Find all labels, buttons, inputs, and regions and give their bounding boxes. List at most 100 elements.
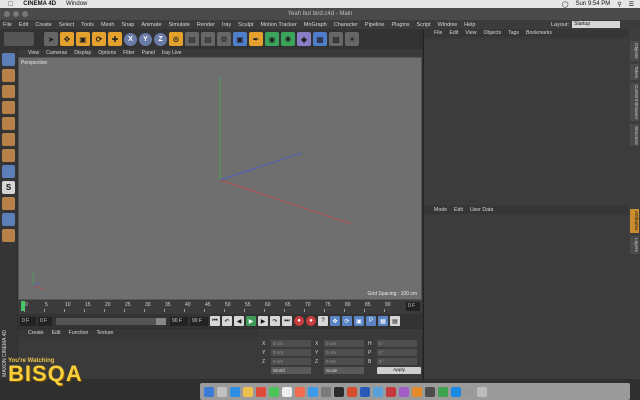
key-parameter-icon[interactable]: P [366, 316, 376, 326]
pen-spline-icon[interactable]: ✒ [249, 32, 263, 46]
play-icon[interactable]: ▶ [246, 316, 256, 326]
illustrator-icon[interactable] [386, 386, 396, 397]
min-frame-field[interactable]: 0 F [38, 316, 52, 326]
tab-structure[interactable]: Structure [630, 123, 639, 147]
spotify-icon[interactable] [438, 386, 448, 397]
rotation-p-field[interactable]: 0 ° [377, 349, 417, 356]
attribute-panel[interactable] [424, 215, 630, 379]
mail-icon[interactable] [451, 386, 461, 397]
timeline-ruler[interactable]: 0 5 10 15 20 25 30 35 40 45 50 55 60 65 70 75 80 85 90 0 F [18, 300, 422, 314]
undo-redo-button[interactable] [4, 32, 34, 46]
previous-frame-icon[interactable]: ◀ [234, 316, 244, 326]
position-y-field[interactable]: 0 cm [271, 349, 311, 356]
key-scale-icon[interactable]: ▣ [354, 316, 364, 326]
notes-icon[interactable] [243, 386, 253, 397]
menu-plugins[interactable]: Plugins [391, 22, 409, 28]
safari-icon[interactable] [230, 386, 240, 397]
timeline-playhead[interactable] [21, 301, 25, 311]
viewport-menu-display[interactable]: Display [74, 50, 91, 56]
calendar-icon[interactable] [256, 386, 266, 397]
texture-mode-icon[interactable] [2, 85, 15, 98]
render-picture-viewer-icon[interactable]: ▤ [201, 32, 215, 46]
close-window-button[interactable] [4, 11, 10, 17]
viewport-menu-filter[interactable]: Filter [123, 50, 135, 56]
size-mode-select[interactable]: Scale [324, 367, 364, 374]
deformer-icon[interactable]: ◆ [297, 32, 311, 46]
size-z-field[interactable]: 0 cm [324, 358, 364, 365]
menu-render[interactable]: Render [197, 22, 215, 28]
after-effects-icon[interactable] [399, 386, 409, 397]
subdivision-surface-icon[interactable]: ◉ [265, 32, 279, 46]
timeline-settings-icon[interactable]: ▤ [390, 316, 400, 326]
preview-icon[interactable] [373, 386, 383, 397]
system-preferences-icon[interactable] [321, 386, 331, 397]
minimize-window-button[interactable] [13, 11, 19, 17]
rotation-h-field[interactable]: 0 ° [377, 340, 417, 347]
menu-window[interactable]: Window [438, 22, 458, 28]
move-tool-icon[interactable]: ✥ [60, 32, 74, 46]
messages-icon[interactable] [269, 386, 279, 397]
render-view-icon[interactable]: ▤ [185, 32, 199, 46]
downloads-icon[interactable] [464, 386, 474, 397]
scale-tool-icon[interactable]: ▣ [76, 32, 90, 46]
menu-pipeline[interactable]: Pipeline [365, 22, 385, 28]
viewport-menu-cameras[interactable]: Cameras [46, 50, 67, 56]
coordinate-mode-select[interactable]: World [271, 367, 311, 374]
menu-motion-tracker[interactable]: Motion Tracker [260, 22, 296, 28]
go-to-start-icon[interactable]: ⏮ [210, 316, 220, 326]
make-editable-icon[interactable] [2, 53, 15, 66]
y-axis-lock-button[interactable]: Y [139, 32, 152, 46]
objects-menu-view[interactable]: View [465, 30, 476, 36]
position-z-field[interactable]: 0 cm [271, 358, 311, 365]
sculpt-mode-icon[interactable] [2, 197, 15, 210]
coordinate-system-icon[interactable]: ⊙ [169, 32, 183, 46]
polygons-mode-icon[interactable] [2, 149, 15, 162]
apply-button[interactable]: Apply [377, 367, 421, 374]
material-menu-create[interactable]: Create [28, 330, 44, 336]
key-position-icon[interactable]: ✥ [330, 316, 340, 326]
x-axis-lock-button[interactable]: X [124, 32, 137, 46]
live-selection-icon[interactable]: ➤ [44, 32, 58, 46]
recent-tools-icon[interactable]: ✚ [108, 32, 122, 46]
axis-mode-icon[interactable] [2, 165, 15, 178]
vlc-icon[interactable] [412, 386, 422, 397]
attributes-menu-edit[interactable]: Edit [454, 207, 463, 213]
workplane-mode-icon[interactable] [2, 101, 15, 114]
size-y-field[interactable]: 0 cm [324, 349, 364, 356]
key-rotation-icon[interactable]: ⟳ [342, 316, 352, 326]
menu-animate[interactable]: Animate [141, 22, 161, 28]
menu-list-icon[interactable]: ☰ [629, 1, 634, 8]
objects-menu-objects[interactable]: Objects [483, 30, 501, 36]
menu-mograph[interactable]: MoGraph [304, 22, 327, 28]
end-frame-field[interactable]: 90 F [170, 316, 188, 326]
mac-clock[interactable]: Sun 9:54 PM [576, 1, 611, 7]
photoshop-icon[interactable] [347, 386, 357, 397]
menu-edit[interactable]: Edit [19, 22, 28, 28]
search-icon[interactable]: ⚲ [617, 1, 621, 8]
edges-mode-icon[interactable] [2, 133, 15, 146]
zoom-window-button[interactable] [22, 11, 28, 17]
object-list[interactable] [424, 39, 630, 204]
render-settings-icon[interactable]: ⚙ [217, 32, 231, 46]
mac-menu-window[interactable]: Window [66, 1, 87, 7]
terminal-icon[interactable] [334, 386, 344, 397]
menu-script[interactable]: Script [417, 22, 431, 28]
tab-objects[interactable]: Objects [630, 41, 639, 61]
layout-select[interactable]: Startup [572, 21, 620, 28]
tab-attributes[interactable]: Attributes [630, 209, 639, 233]
perspective-viewport[interactable]: Perspective Grid Spacing : 100 cm [18, 57, 422, 300]
attributes-menu-user-data[interactable]: User Data [470, 207, 493, 213]
workplane-lock-icon[interactable] [2, 213, 15, 226]
material-menu-texture[interactable]: Texture [96, 330, 113, 336]
tab-layers[interactable]: Layers [630, 235, 639, 254]
next-frame-icon[interactable]: ▶ [258, 316, 268, 326]
tab-content-browser[interactable]: Content Browser [630, 82, 639, 121]
viewport-menu-view[interactable]: View [28, 50, 39, 56]
wifi-icon[interactable]: ◯ [562, 1, 569, 8]
mac-app-name[interactable]: CINEMA 4D [23, 1, 56, 7]
photos-icon[interactable] [282, 386, 292, 397]
viewport-menu-iray-live[interactable]: Iray Live [162, 50, 182, 56]
menu-snap[interactable]: Snap [121, 22, 134, 28]
viewport-menu-options[interactable]: Options [98, 50, 116, 56]
app-store-icon[interactable] [308, 386, 318, 397]
